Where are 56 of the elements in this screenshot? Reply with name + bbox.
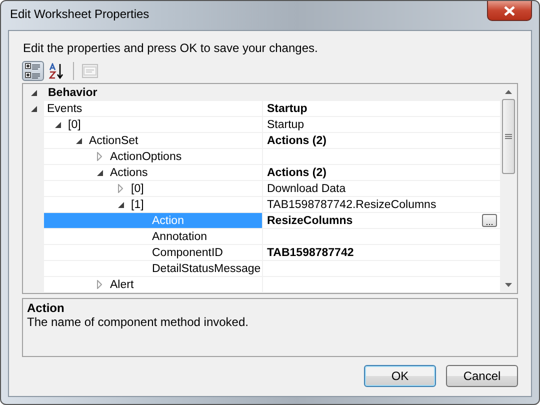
value-cell[interactable]: Startup: [263, 117, 500, 133]
scrollbar-thumb[interactable]: [502, 99, 515, 174]
property-name[interactable]: ActionOptions: [44, 149, 263, 165]
close-button[interactable]: [487, 1, 532, 21]
instruction-text: Edit the properties and press OK to save your changes.: [23, 41, 319, 55]
scroll-up-icon: [505, 90, 512, 94]
collapse-icon[interactable]: [97, 170, 103, 176]
property-name[interactable]: [0]: [44, 117, 263, 133]
value-cell[interactable]: [263, 277, 500, 293]
grip-icon: [505, 134, 512, 139]
ok-button[interactable]: OK: [364, 365, 436, 387]
expand-icon[interactable]: [97, 280, 102, 289]
ellipsis-button[interactable]: ...: [482, 214, 497, 227]
property-name[interactable]: [0]: [44, 181, 263, 197]
property-value: Actions (2): [267, 166, 326, 178]
collapse-icon[interactable]: [76, 138, 82, 144]
property-value: Startup: [267, 102, 308, 114]
property-value: Download Data: [267, 182, 346, 194]
property-name[interactable]: Annotation: [44, 229, 263, 245]
property-value: Startup: [267, 118, 304, 130]
value-cell[interactable]: Actions (2): [263, 165, 500, 181]
property-name[interactable]: DetailStatusMessage: [44, 261, 263, 277]
value-cell[interactable]: TAB1598787742: [263, 245, 500, 261]
value-cell[interactable]: Startup: [263, 101, 500, 117]
help-description: The name of component method invoked.: [27, 315, 250, 329]
property-name[interactable]: Actions: [44, 165, 263, 181]
close-icon: [504, 6, 515, 16]
help-title: Action: [27, 301, 66, 315]
property-value: Actions (2): [267, 134, 326, 146]
collapse-icon[interactable]: [55, 122, 61, 128]
expand-icon[interactable]: [97, 152, 102, 161]
value-cell[interactable]: Actions (2): [263, 133, 500, 149]
property-name[interactable]: ActionSet: [44, 133, 263, 149]
property-name[interactable]: Alert: [44, 277, 263, 293]
window-title: Edit Worksheet Properties: [9, 6, 150, 21]
expand-icon[interactable]: [118, 184, 123, 193]
collapse-icon[interactable]: [30, 90, 36, 96]
value-cell[interactable]: ResizeColumns ...: [263, 213, 500, 229]
property-name[interactable]: Events: [44, 101, 263, 117]
value-cell[interactable]: Download Data: [263, 181, 500, 197]
cancel-button[interactable]: Cancel: [446, 365, 518, 387]
categorized-icon: [25, 63, 41, 79]
collapse-icon[interactable]: [118, 202, 124, 208]
sort-icon: [49, 63, 65, 79]
value-cell[interactable]: TAB1598787742.ResizeColumns: [263, 197, 500, 213]
scroll-down-icon: [505, 283, 512, 287]
property-value: TAB1598787742: [267, 246, 354, 258]
property-name[interactable]: [1]: [44, 197, 263, 213]
property-value: ResizeColumns: [267, 214, 353, 226]
property-pages-icon: [82, 64, 98, 78]
category-name: Behavior: [47, 86, 98, 98]
collapse-icon[interactable]: [30, 106, 36, 112]
value-cell[interactable]: [263, 229, 500, 245]
property-name[interactable]: ComponentID: [44, 245, 263, 261]
categorized-button[interactable]: [22, 61, 44, 81]
property-value: TAB1598787742.ResizeColumns: [267, 198, 436, 210]
